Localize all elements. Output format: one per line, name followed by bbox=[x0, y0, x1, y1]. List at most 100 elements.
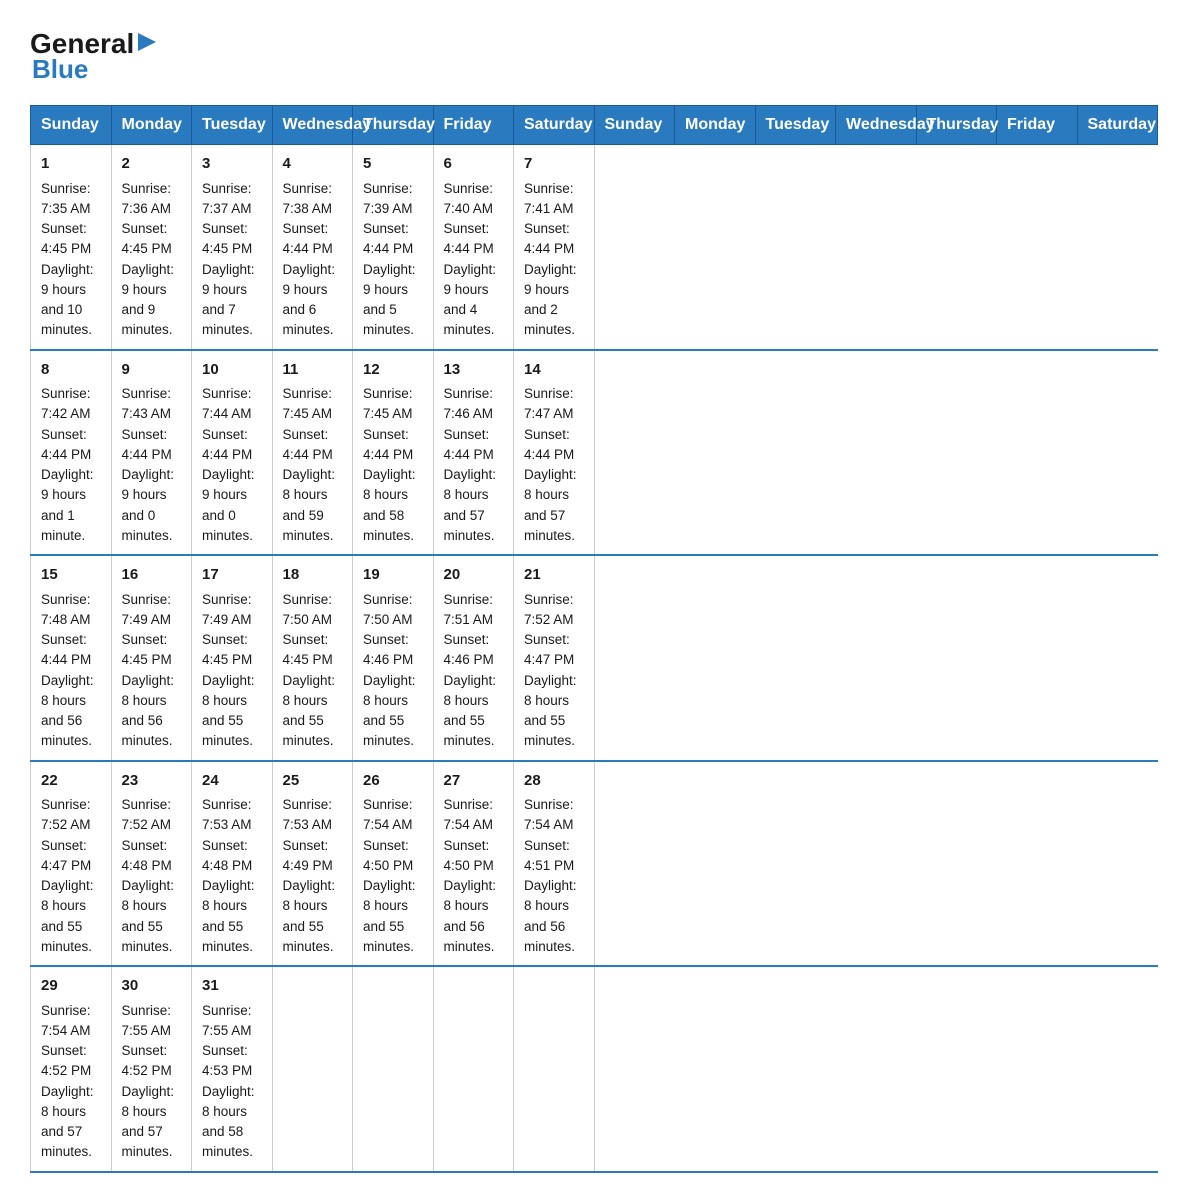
daylight2: and 5 minutes. bbox=[363, 302, 414, 337]
sunset: Sunset: 4:45 PM bbox=[122, 632, 172, 667]
header-sunday: Sunday bbox=[594, 106, 675, 145]
calendar-cell: 24Sunrise: 7:53 AMSunset: 4:48 PMDayligh… bbox=[192, 761, 273, 967]
sunrise: Sunrise: 7:55 AM bbox=[202, 1003, 252, 1038]
day-number: 29 bbox=[41, 975, 101, 998]
sunrise: Sunrise: 7:54 AM bbox=[41, 1003, 91, 1038]
day-number: 23 bbox=[122, 770, 182, 793]
sunset: Sunset: 4:45 PM bbox=[283, 632, 333, 667]
daylight: Daylight: 9 hours bbox=[524, 262, 577, 297]
sunset: Sunset: 4:50 PM bbox=[363, 838, 413, 873]
day-number: 15 bbox=[41, 564, 101, 587]
daylight: Daylight: 8 hours bbox=[41, 878, 94, 913]
day-number: 6 bbox=[444, 153, 504, 176]
daylight: Daylight: 9 hours bbox=[202, 262, 255, 297]
day-number: 12 bbox=[363, 359, 423, 382]
sunset: Sunset: 4:44 PM bbox=[283, 221, 333, 256]
calendar-cell: 29 Sunrise: 7:54 AM Sunset: 4:52 PM Dayligh… bbox=[31, 966, 112, 1172]
logo-blue: Blue bbox=[32, 54, 88, 85]
calendar-cell: 13Sunrise: 7:46 AMSunset: 4:44 PMDayligh… bbox=[433, 350, 514, 556]
sunset: Sunset: 4:44 PM bbox=[363, 221, 413, 256]
daylight2: and 10 minutes. bbox=[41, 302, 92, 337]
daylight: Daylight: 8 hours bbox=[363, 467, 416, 502]
daylight2: and 0 minutes. bbox=[202, 508, 253, 543]
sunrise: Sunrise: 7:43 AM bbox=[122, 386, 172, 421]
sunrise: Sunrise: 7:39 AM bbox=[363, 181, 413, 216]
day-number: 10 bbox=[202, 359, 262, 382]
sunset: Sunset: 4:50 PM bbox=[444, 838, 494, 873]
daylight2: and 55 minutes. bbox=[363, 713, 414, 748]
header-tuesday: Tuesday bbox=[192, 106, 273, 145]
sunrise: Sunrise: 7:53 AM bbox=[283, 797, 333, 832]
daylight: Daylight: 9 hours bbox=[122, 467, 175, 502]
daylight2: and 6 minutes. bbox=[283, 302, 334, 337]
day-number: 18 bbox=[283, 564, 343, 587]
daylight: Daylight: 8 hours bbox=[524, 467, 577, 502]
calendar-cell: 19Sunrise: 7:50 AMSunset: 4:46 PMDayligh… bbox=[353, 555, 434, 761]
header-friday: Friday bbox=[433, 106, 514, 145]
calendar-cell: 15Sunrise: 7:48 AMSunset: 4:44 PMDayligh… bbox=[31, 555, 112, 761]
sunrise: Sunrise: 7:40 AM bbox=[444, 181, 494, 216]
day-number: 27 bbox=[444, 770, 504, 793]
day-number: 13 bbox=[444, 359, 504, 382]
sunset: Sunset: 4:47 PM bbox=[524, 632, 574, 667]
calendar-cell: 27Sunrise: 7:54 AMSunset: 4:50 PMDayligh… bbox=[433, 761, 514, 967]
sunset: Sunset: 4:51 PM bbox=[524, 838, 574, 873]
sunset: Sunset: 4:48 PM bbox=[202, 838, 252, 873]
calendar-cell bbox=[433, 966, 514, 1172]
sunrise: Sunrise: 7:42 AM bbox=[41, 386, 91, 421]
daylight: Daylight: 9 hours bbox=[202, 467, 255, 502]
daylight: Daylight: 9 hours bbox=[363, 262, 416, 297]
calendar-cell: 14Sunrise: 7:47 AMSunset: 4:44 PMDayligh… bbox=[514, 350, 595, 556]
sunset: Sunset: 4:45 PM bbox=[41, 221, 91, 256]
sunrise: Sunrise: 7:47 AM bbox=[524, 386, 574, 421]
daylight2: and 55 minutes. bbox=[283, 713, 334, 748]
day-number: 16 bbox=[122, 564, 182, 587]
daylight2: and 56 minutes. bbox=[524, 919, 575, 954]
calendar-cell: 26 Sunrise: 7:54 AM Sunset: 4:50 PM Dayligh… bbox=[353, 761, 434, 967]
day-number: 24 bbox=[202, 770, 262, 793]
sunrise: Sunrise: 7:45 AM bbox=[283, 386, 333, 421]
daylight2: and 0 minutes. bbox=[122, 508, 173, 543]
calendar-cell: 23Sunrise: 7:52 AMSunset: 4:48 PMDayligh… bbox=[111, 761, 192, 967]
day-number: 26 bbox=[363, 770, 423, 793]
calendar-cell: 2Sunrise: 7:36 AMSunset: 4:45 PMDaylight… bbox=[111, 145, 192, 350]
sunrise: Sunrise: 7:55 AM bbox=[122, 1003, 172, 1038]
calendar-cell: 28Sunrise: 7:54 AMSunset: 4:51 PMDayligh… bbox=[514, 761, 595, 967]
sunset: Sunset: 4:45 PM bbox=[122, 221, 172, 256]
header-thursday: Thursday bbox=[353, 106, 434, 145]
sunrise: Sunrise: 7:48 AM bbox=[41, 592, 91, 627]
calendar-cell: 22Sunrise: 7:52 AMSunset: 4:47 PMDayligh… bbox=[31, 761, 112, 967]
daylight2: and 55 minutes. bbox=[283, 919, 334, 954]
daylight: Daylight: 9 hours bbox=[444, 262, 497, 297]
sunset: Sunset: 4:46 PM bbox=[444, 632, 494, 667]
daylight: Daylight: 8 hours bbox=[283, 878, 336, 913]
sunrise: Sunrise: 7:54 AM bbox=[363, 797, 413, 832]
header-saturday: Saturday bbox=[1077, 106, 1158, 145]
header-wednesday: Wednesday bbox=[272, 106, 353, 145]
day-number: 3 bbox=[202, 153, 262, 176]
daylight2: and 57 minutes. bbox=[524, 508, 575, 543]
calendar-cell: 12Sunrise: 7:45 AMSunset: 4:44 PMDayligh… bbox=[353, 350, 434, 556]
day-number: 30 bbox=[122, 975, 182, 998]
sunset: Sunset: 4:44 PM bbox=[444, 221, 494, 256]
sunrise: Sunrise: 7:54 AM bbox=[444, 797, 494, 832]
day-number: 28 bbox=[524, 770, 584, 793]
daylight2: and 56 minutes. bbox=[444, 919, 495, 954]
daylight2: and 58 minutes. bbox=[363, 508, 414, 543]
calendar-cell: 21Sunrise: 7:52 AMSunset: 4:47 PMDayligh… bbox=[514, 555, 595, 761]
daylight2: and 1 minute. bbox=[41, 508, 85, 543]
sunset: Sunset: 4:44 PM bbox=[524, 221, 574, 256]
sunset: Sunset: 4:44 PM bbox=[41, 632, 91, 667]
sunset: Sunset: 4:47 PM bbox=[41, 838, 91, 873]
daylight: Daylight: 8 hours bbox=[41, 1084, 94, 1119]
sunset: Sunset: 4:52 PM bbox=[41, 1043, 91, 1078]
daylight: Daylight: 8 hours bbox=[363, 673, 416, 708]
sunrise: Sunrise: 7:38 AM bbox=[283, 181, 333, 216]
sunset: Sunset: 4:44 PM bbox=[363, 427, 413, 462]
sunset: Sunset: 4:44 PM bbox=[202, 427, 252, 462]
calendar-cell: 18Sunrise: 7:50 AMSunset: 4:45 PMDayligh… bbox=[272, 555, 353, 761]
day-number: 7 bbox=[524, 153, 584, 176]
page-header: General Blue bbox=[30, 20, 1158, 85]
calendar-week-row: 29 Sunrise: 7:54 AM Sunset: 4:52 PM Dayligh… bbox=[31, 966, 1158, 1172]
daylight: Daylight: 8 hours bbox=[363, 878, 416, 913]
